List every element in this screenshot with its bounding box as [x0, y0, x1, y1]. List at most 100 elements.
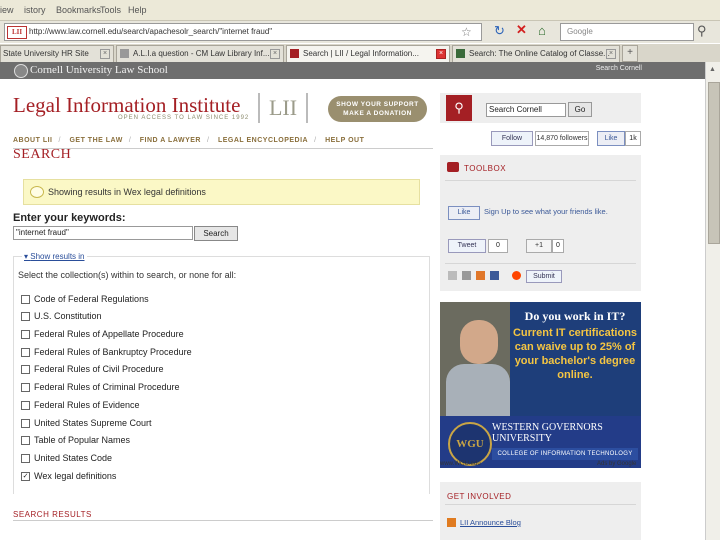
nav-get-the-law[interactable]: GET THE LAW [69, 137, 122, 144]
tab-label: Search | LII / Legal Information... [303, 49, 419, 58]
ad-person-shirt [446, 364, 510, 420]
print-icon[interactable] [462, 271, 471, 280]
header-search-input[interactable]: Search Cornell [486, 103, 566, 117]
stop-icon[interactable]: ✕ [516, 22, 527, 38]
tab-favicon-icon [290, 49, 299, 58]
checkbox[interactable] [21, 454, 30, 463]
reddit-icon[interactable] [512, 271, 521, 280]
url-text: http://www.law.cornell.edu/search/apache… [29, 27, 273, 36]
nav-about[interactable]: ABOUT LII [13, 137, 53, 144]
checkbox-checked[interactable]: ✓ [21, 472, 30, 481]
scrollbar-thumb[interactable] [708, 82, 720, 244]
checkbox[interactable] [21, 330, 30, 339]
tab-online-catalog[interactable]: Search: The Online Catalog of Classe... … [452, 45, 620, 62]
nav-help-out[interactable]: HELP OUT [325, 137, 364, 144]
checkbox[interactable] [21, 383, 30, 392]
checkbox[interactable] [21, 401, 30, 410]
checkbox[interactable] [21, 419, 30, 428]
menu-bar: iew istory Bookmarks Tools Help [0, 0, 720, 21]
nav-legal-encyclopedia[interactable]: LEGAL ENCYCLOPEDIA [218, 137, 308, 144]
collection-label: Federal Rules of Civil Procedure [34, 364, 164, 374]
home-icon[interactable]: ⌂ [538, 23, 546, 38]
tab-close-icon[interactable]: × [270, 49, 280, 59]
keywords-label: Enter your keywords: [13, 212, 126, 224]
share-plus-icon[interactable] [476, 271, 485, 280]
nav-divider [13, 148, 433, 149]
new-tab-button[interactable]: + [622, 45, 638, 62]
checkbox[interactable] [21, 295, 30, 304]
checkbox[interactable] [21, 348, 30, 357]
tab-close-icon[interactable]: × [606, 49, 616, 59]
bookmark-star-icon[interactable]: ☆ [461, 25, 472, 39]
wgu-seal: WGU [448, 422, 492, 466]
lii-subtitle: OPEN ACCESS TO LAW SINCE 1992 [118, 115, 250, 121]
menu-view[interactable]: iew [0, 5, 14, 15]
tweet-button[interactable]: Tweet [448, 239, 486, 253]
ad-college: COLLEGE OF INFORMATION TECHNOLOGY [492, 448, 638, 460]
results-notice: Showing results in Wex legal definitions [23, 179, 420, 205]
keywords-input[interactable]: "internet fraud" [13, 226, 193, 240]
checkbox[interactable] [21, 312, 30, 321]
tweet-count: 0 [488, 239, 508, 253]
tab-close-icon[interactable]: × [436, 49, 446, 59]
ad-university: WESTERN GOVERNORS UNIVERSITY [492, 422, 603, 444]
tab-hr-site[interactable]: State University HR Site × [0, 45, 114, 62]
facebook-like-button[interactable]: Like [448, 206, 480, 220]
announce-blog-link[interactable]: LII Announce Blog [460, 518, 521, 527]
header-search-panel: ⚲ Search Cornell Go [440, 93, 641, 123]
tab-ali-question[interactable]: A.L.I.a question - CM Law Library Inf...… [116, 45, 284, 62]
google-search-input[interactable]: Google [560, 23, 694, 41]
search-cornell-link[interactable]: Search Cornell [596, 65, 642, 72]
facebook-icon[interactable] [490, 271, 499, 280]
ads-by-google-link[interactable]: Ads by Google [597, 461, 636, 467]
google-plus-one-button[interactable]: +1 [526, 239, 552, 253]
twitter-follow-button[interactable]: Follow [491, 131, 533, 146]
menu-help[interactable]: Help [128, 5, 147, 15]
search-heading: SEARCH [13, 147, 72, 162]
tab-close-icon[interactable]: × [100, 49, 110, 59]
ad-person-face [460, 320, 498, 364]
nav-find-a-lawyer[interactable]: FIND A LAWYER [140, 137, 201, 144]
get-involved-panel: GET INVOLVED LII Announce Blog [440, 482, 641, 540]
search-button[interactable]: Search [194, 226, 238, 241]
reload-icon[interactable]: ↻ [494, 23, 505, 39]
search-magnifier-icon: ⚲ [446, 95, 472, 121]
lii-logo[interactable]: LII [258, 93, 308, 123]
menu-bookmarks[interactable]: Bookmarks [56, 5, 101, 15]
donate-button[interactable]: SHOW YOUR SUPPORT MAKE A DONATION [328, 96, 427, 122]
reddit-submit-button[interactable]: Submit [526, 270, 562, 283]
facebook-like-button[interactable]: Like [597, 131, 625, 146]
social-buttons: Follow 14,870 followers Like 1k [491, 131, 641, 146]
tab-bar: State University HR Site × A.L.I.a quest… [0, 44, 720, 63]
show-results-toggle[interactable]: ▾ Show results in [22, 252, 87, 261]
vertical-scrollbar[interactable]: ▲ [705, 62, 720, 540]
ad-url-link[interactable]: www.WGU.edu [440, 461, 481, 467]
facebook-signup-text[interactable]: Sign Up to see what your friends like. [484, 207, 608, 216]
collection-label: Table of Popular Names [34, 435, 131, 445]
collection-label: U.S. Constitution [34, 311, 102, 321]
collection-label: Federal Rules of Appellate Procedure [34, 329, 184, 339]
scroll-up-icon[interactable]: ▲ [709, 66, 716, 73]
like-count: 1k [625, 131, 641, 146]
ad-question: Do you work in IT? [524, 309, 626, 323]
notice-text: Showing results in Wex legal definitions [48, 187, 206, 197]
tab-label: State University HR Site [3, 49, 89, 58]
cornell-logo[interactable]: Cornell University Law School [30, 64, 168, 76]
main-nav: ABOUT LII / GET THE LAW / FIND A LAWYER / L… [13, 137, 365, 144]
url-bar[interactable]: LII http://www.law.cornell.edu/search/ap… [4, 23, 482, 41]
header-go-button[interactable]: Go [568, 102, 592, 117]
tab-favicon-icon [456, 49, 465, 58]
tab-favicon-icon [120, 49, 129, 58]
collection-label: Federal Rules of Evidence [34, 400, 140, 410]
tab-lii-search[interactable]: Search | LII / Legal Information... × [286, 45, 450, 62]
plus-one-count: 0 [552, 239, 564, 253]
search-magnifier-icon[interactable]: ⚲ [697, 23, 707, 39]
menu-history[interactable]: istory [24, 5, 46, 15]
checkbox[interactable] [21, 365, 30, 374]
menu-tools[interactable]: Tools [100, 5, 121, 15]
checkbox[interactable] [21, 436, 30, 445]
collection-label: Federal Rules of Criminal Procedure [34, 382, 180, 392]
email-icon[interactable] [448, 271, 457, 280]
results-divider [13, 520, 433, 521]
wgu-advertisement[interactable]: Do you work in IT? Current IT certificat… [440, 302, 641, 468]
